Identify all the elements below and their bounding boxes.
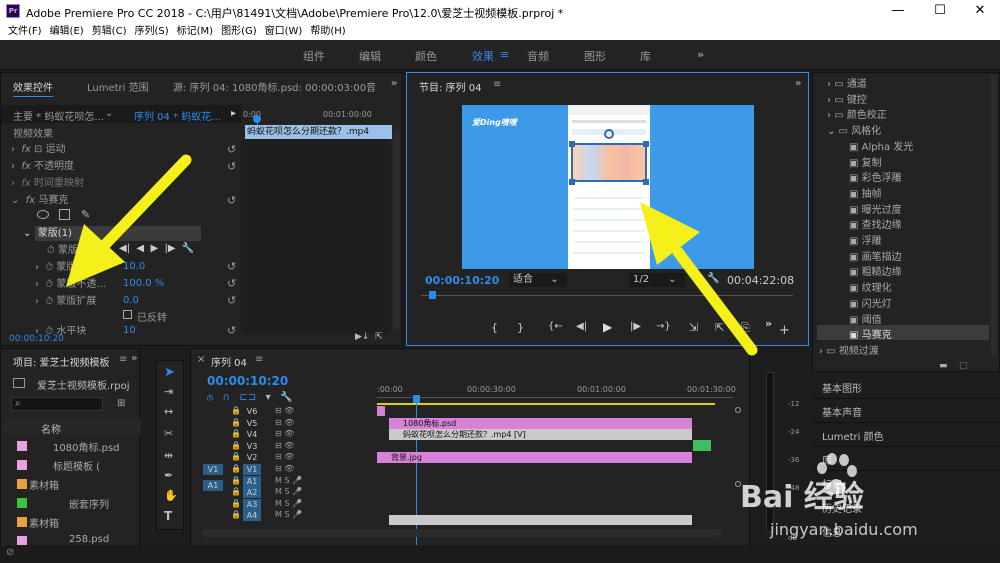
arrow-left-icon	[66, 154, 192, 287]
arrow-right-icon	[640, 202, 758, 356]
baidu-url: jingyan.baidu.com	[770, 520, 918, 539]
baidu-watermark: Bai 经验 jingyan.baidu.com	[730, 453, 990, 560]
baidu-brand: Bai 经验	[740, 480, 864, 515]
premiere-pro-window: Pr Adobe Premiere Pro CC 2018 - C:\用户\81…	[0, 0, 1000, 563]
